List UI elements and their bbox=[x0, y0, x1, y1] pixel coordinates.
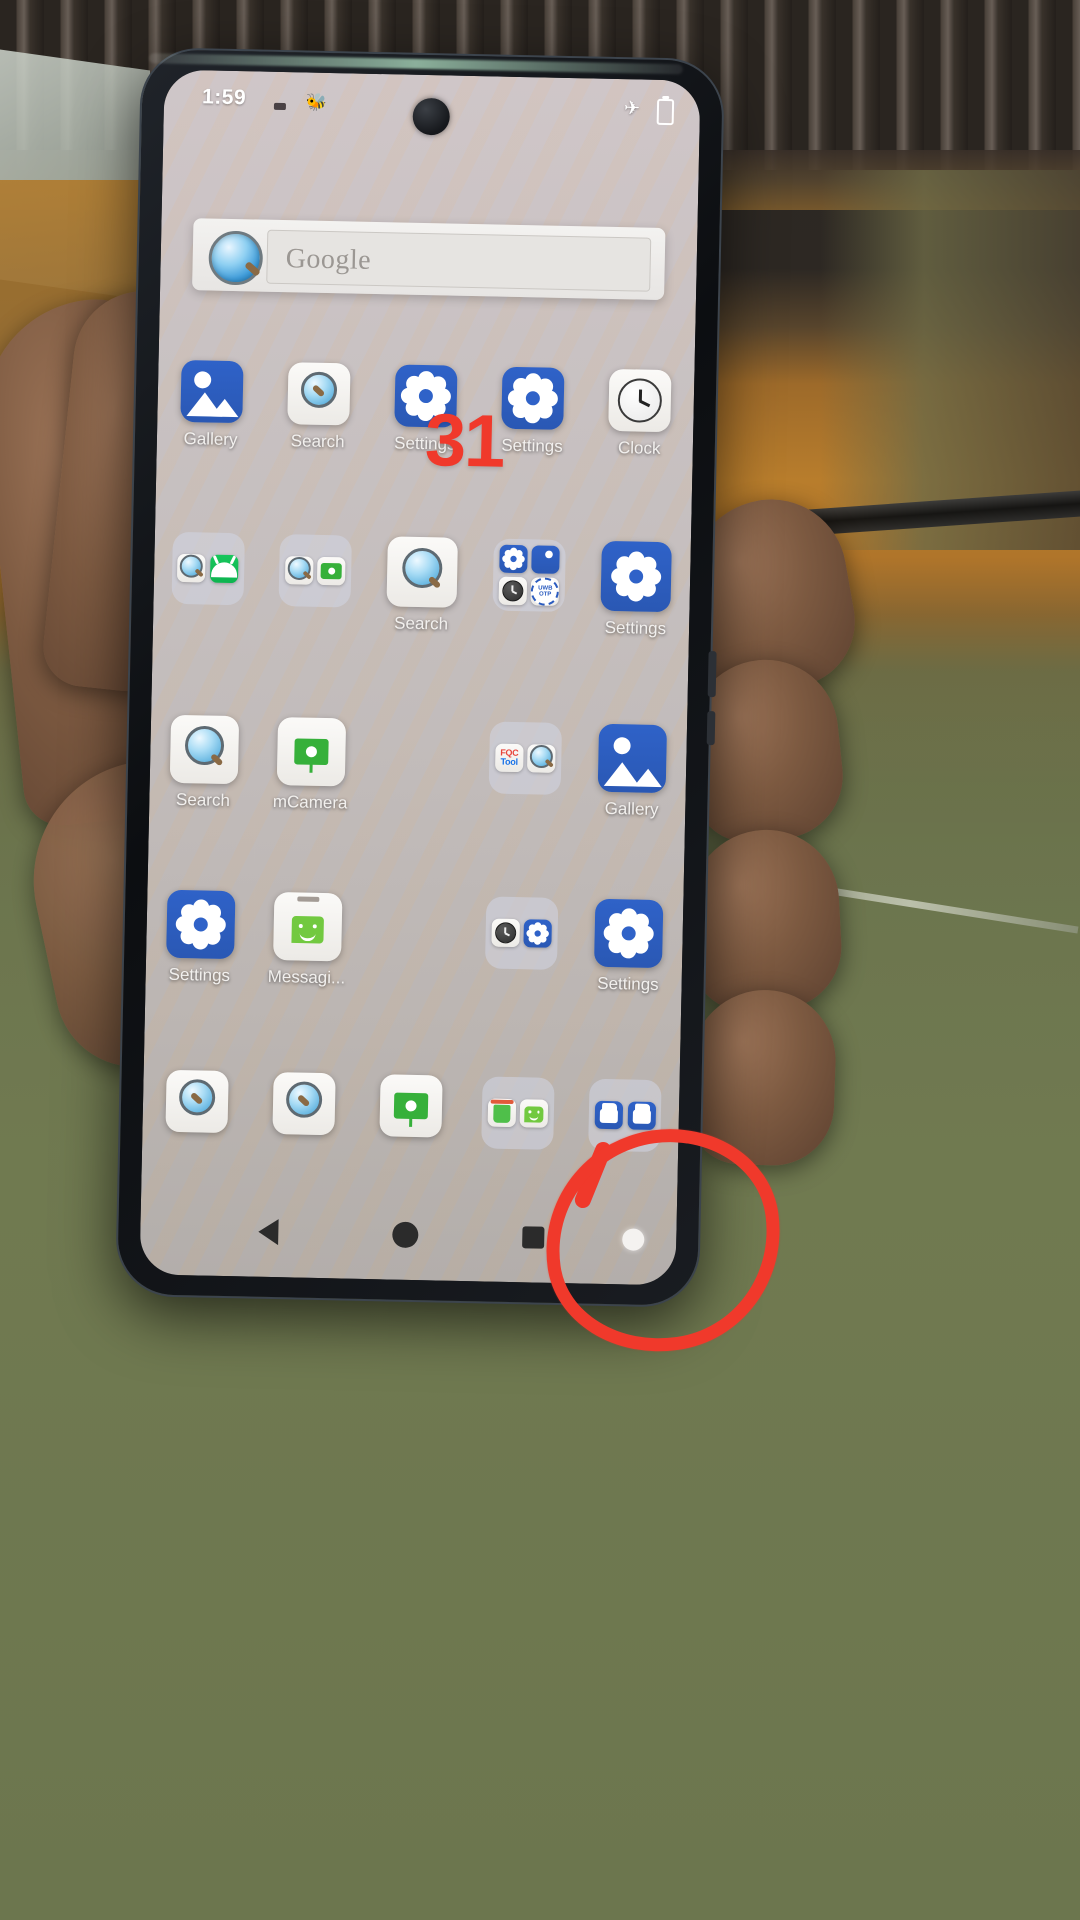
folder-blue-icon bbox=[594, 1100, 624, 1130]
app-label: Search bbox=[290, 431, 345, 452]
messaging-icon bbox=[520, 1099, 549, 1128]
search-icon bbox=[284, 556, 314, 585]
app-folder: UWB OTP bbox=[492, 538, 567, 613]
search-icon bbox=[272, 1072, 336, 1136]
google-search-widget[interactable]: Google bbox=[192, 218, 666, 301]
app-gallery[interactable]: Gallery bbox=[157, 359, 266, 450]
folder-blue-icon bbox=[627, 1101, 656, 1131]
home-row-4: Settings Messagi... Settings bbox=[146, 889, 684, 995]
app-folder bbox=[485, 896, 559, 970]
phone-device: 1:59 🐝 ✈ Google Gallery Search Settings … bbox=[117, 49, 723, 1306]
back-icon[interactable] bbox=[258, 1218, 279, 1246]
clock-icon bbox=[498, 576, 528, 606]
gallery-icon bbox=[179, 359, 244, 424]
dock bbox=[142, 1069, 679, 1153]
settings-icon bbox=[165, 889, 236, 960]
power-button[interactable] bbox=[706, 711, 716, 746]
settings-icon bbox=[600, 540, 673, 613]
uwb-otp-icon: UWB OTP bbox=[530, 577, 560, 607]
search-input[interactable]: Google bbox=[266, 229, 652, 292]
app-search[interactable]: Search bbox=[264, 362, 373, 453]
dnd-dot-icon bbox=[273, 102, 287, 111]
home-row-3: Search mCamera FQC Tool Gallery bbox=[149, 714, 687, 820]
folder-search-camera[interactable] bbox=[260, 534, 369, 633]
search-icon bbox=[527, 744, 557, 773]
app-mcamera[interactable]: mCamera bbox=[256, 717, 365, 814]
dock-search-2[interactable] bbox=[249, 1072, 358, 1146]
folder-settings-gallery-clock-uwb[interactable]: UWB OTP bbox=[474, 538, 583, 637]
gallery-icon bbox=[531, 545, 561, 574]
app-settings-5[interactable]: Settings bbox=[574, 898, 683, 995]
app-folder bbox=[278, 534, 352, 608]
app-gallery-2[interactable]: Gallery bbox=[578, 723, 687, 820]
messaging-icon bbox=[272, 891, 343, 962]
empty-slot-2 bbox=[360, 894, 469, 991]
app-folder bbox=[171, 531, 245, 606]
search-icon bbox=[169, 714, 239, 785]
airplane-mode-icon: ✈ bbox=[623, 98, 641, 120]
dock-folder-trash-messaging[interactable] bbox=[464, 1076, 573, 1150]
settings-icon bbox=[523, 919, 553, 948]
app-label: Messagi... bbox=[267, 966, 346, 988]
clock-icon bbox=[491, 918, 520, 948]
app-search-3[interactable]: Search bbox=[149, 714, 258, 811]
volume-button[interactable] bbox=[707, 651, 717, 698]
app-label: Settings bbox=[597, 973, 659, 995]
gallery-icon bbox=[597, 723, 668, 794]
empty-slot-1 bbox=[364, 719, 473, 816]
settings-icon bbox=[594, 898, 664, 969]
annotation-number: 31 bbox=[424, 398, 505, 483]
app-settings-4[interactable]: Settings bbox=[146, 889, 255, 986]
app-label: mCamera bbox=[272, 791, 348, 813]
app-settings-3[interactable]: Settings bbox=[582, 540, 691, 639]
dock-camera[interactable] bbox=[357, 1074, 466, 1148]
google-magnifier-icon bbox=[208, 230, 264, 286]
app-label: Clock bbox=[617, 438, 661, 458]
home-icon[interactable] bbox=[392, 1221, 419, 1249]
app-clock[interactable]: Clock bbox=[585, 368, 694, 459]
search-icon bbox=[287, 362, 351, 426]
app-folder: FQC Tool bbox=[488, 721, 563, 795]
uwb-line2: OTP bbox=[538, 591, 552, 598]
android-icon bbox=[209, 554, 239, 584]
app-folder bbox=[481, 1076, 555, 1150]
status-bar: 1:59 🐝 ✈ bbox=[164, 70, 701, 137]
folder-fqc-search[interactable]: FQC Tool bbox=[471, 721, 580, 818]
folder-search-android[interactable] bbox=[153, 531, 262, 630]
status-clock: 1:59 bbox=[201, 85, 247, 110]
front-camera-punch-hole bbox=[412, 97, 451, 136]
fqc-line2: Tool bbox=[500, 756, 518, 768]
bug-icon: 🐝 bbox=[305, 92, 328, 112]
app-label: Settings bbox=[501, 435, 563, 456]
camera-icon bbox=[276, 717, 346, 787]
camera-icon bbox=[379, 1074, 443, 1138]
clock-icon bbox=[608, 368, 672, 433]
camera-icon bbox=[316, 556, 346, 586]
phone-screen: 1:59 🐝 ✈ Google Gallery Search Settings … bbox=[139, 69, 701, 1286]
search-icon bbox=[177, 553, 206, 583]
app-label: Search bbox=[175, 789, 231, 811]
fqc-tool-icon: FQC Tool bbox=[494, 743, 524, 773]
app-label: Settings bbox=[168, 964, 231, 986]
app-label: Settings bbox=[604, 617, 667, 639]
search-icon bbox=[165, 1069, 229, 1134]
app-label: Search bbox=[393, 613, 449, 634]
app-messaging[interactable]: Messagi... bbox=[253, 891, 362, 989]
folder-clock-settings[interactable] bbox=[467, 896, 576, 993]
home-row-2: Search UWB OTP Settings bbox=[153, 531, 691, 639]
finger-ring bbox=[685, 826, 845, 1014]
app-search-marked[interactable]: Search bbox=[367, 536, 476, 635]
recents-icon[interactable] bbox=[522, 1226, 545, 1249]
battery-icon bbox=[656, 98, 675, 126]
search-placeholder: Google bbox=[285, 243, 372, 276]
app-label: Gallery bbox=[604, 798, 659, 820]
app-label: Gallery bbox=[183, 428, 238, 450]
settings-icon bbox=[499, 544, 528, 573]
settings-icon bbox=[501, 366, 565, 430]
trash-icon bbox=[487, 1098, 517, 1128]
search-icon bbox=[386, 536, 458, 608]
dock-search-1[interactable] bbox=[142, 1069, 251, 1143]
